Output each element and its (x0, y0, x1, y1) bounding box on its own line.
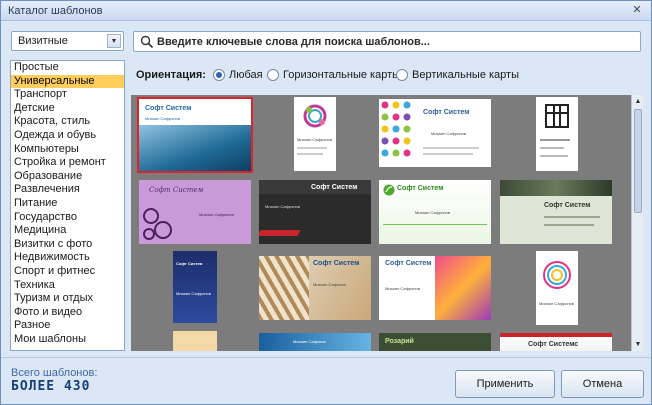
category-item[interactable]: Детские (11, 102, 124, 116)
category-item[interactable]: Красота, стиль (11, 115, 124, 129)
search-placeholder: Введите ключевые слова для поиска шаблон… (157, 36, 430, 48)
category-item[interactable]: Развлечения (11, 183, 124, 197)
category-item[interactable]: Визитки с фото (11, 238, 124, 252)
apply-button[interactable]: Применить (455, 370, 555, 398)
template-card[interactable]: Софт Систем Михаил Сафронов (379, 256, 491, 320)
template-gallery[interactable]: Софт Систем Михаил Сафронов Михаил Сафро… (131, 95, 643, 351)
abstract-pattern-icon (545, 104, 569, 128)
scroll-up-icon[interactable]: ▲ (633, 96, 643, 107)
template-card[interactable]: Софт Систем Михаил Сафронов (137, 97, 253, 173)
scroll-down-icon[interactable]: ▼ (633, 339, 643, 350)
category-item[interactable]: Простые (11, 61, 124, 75)
template-card[interactable]: Михаил Сафронов (294, 97, 336, 171)
radio-icon (267, 69, 279, 81)
colorful-circles-icon (543, 261, 571, 289)
category-item-selected[interactable]: Универсальные (11, 74, 124, 89)
leaf-logo-icon (383, 184, 395, 196)
orientation-label: Ориентация: (136, 69, 206, 81)
category-type-value: Визитные (18, 35, 68, 47)
template-card[interactable]: Софт Систем Михаил Сафронов (259, 180, 371, 244)
category-item[interactable]: Медицина (11, 224, 124, 238)
window-title: Каталог шаблонов (8, 5, 103, 17)
category-item[interactable]: Компьютеры (11, 143, 124, 157)
swirl-ornament-icon (143, 208, 172, 240)
template-card[interactable]: Михаил Сафронов (536, 251, 578, 325)
category-item[interactable]: Спорт и фитнес (11, 265, 124, 279)
category-item[interactable]: Техника (11, 279, 124, 293)
category-item[interactable]: Туризм и отдых (11, 292, 124, 306)
template-card[interactable]: Софт Систем (500, 180, 612, 244)
category-item[interactable]: Стройка и ремонт (11, 156, 124, 170)
gallery-scrollbar[interactable]: ▲ ▼ (631, 95, 643, 351)
search-icon (140, 35, 154, 49)
template-card[interactable]: Софт Систем Михаил Сафронов (139, 180, 251, 244)
template-card[interactable]: Михаил Сафонов (259, 333, 371, 351)
category-item[interactable]: Государство (11, 211, 124, 225)
template-card[interactable] (173, 331, 217, 351)
template-catalog-window: Каталог шаблонов ✕ Визитные ▼ Простые Ун… (0, 0, 652, 405)
scrollbar-thumb[interactable] (634, 109, 642, 213)
category-type-dropdown[interactable]: Визитные ▼ (11, 31, 124, 51)
search-input[interactable]: Введите ключевые слова для поиска шаблон… (133, 31, 641, 52)
template-card[interactable]: Софт Системс (500, 333, 612, 351)
radio-icon (396, 69, 408, 81)
template-card[interactable] (536, 97, 578, 171)
template-card[interactable]: Софт Систем Михаил Сафонов (259, 256, 371, 320)
total-templates-value: БОЛЕЕ 430 (11, 379, 91, 394)
category-item[interactable]: Разное (11, 319, 124, 333)
category-item[interactable]: Недвижимость (11, 251, 124, 265)
total-templates-label: Всего шаблонов: (11, 367, 98, 379)
title-bar: Каталог шаблонов ✕ (1, 1, 651, 21)
cancel-button[interactable]: Отмена (561, 370, 644, 398)
category-item[interactable]: Фото и видео (11, 306, 124, 320)
category-item[interactable]: Питание (11, 197, 124, 211)
footer: Всего шаблонов: БОЛЕЕ 430 Применить Отме… (1, 357, 651, 405)
category-item[interactable]: Транспорт (11, 88, 124, 102)
template-card[interactable]: Софт Систем Михаил Сафронов (173, 251, 217, 323)
category-item[interactable]: Мои шаблоны (11, 333, 124, 347)
template-card[interactable]: Софт Систем Михаил Сафронов (379, 99, 491, 167)
radio-checked-icon (213, 69, 225, 81)
chevron-down-icon[interactable]: ▼ (107, 34, 121, 48)
dots-pattern-icon (381, 101, 411, 157)
close-icon[interactable]: ✕ (629, 3, 645, 18)
template-card[interactable]: Софт Систем Михаил Сафронов (379, 180, 491, 244)
category-item[interactable]: Одежда и обувь (11, 129, 124, 143)
category-list[interactable]: Простые Универсальные Транспорт Детские … (10, 60, 125, 351)
template-card[interactable]: Розарий (379, 333, 491, 351)
category-item[interactable]: Образование (11, 170, 124, 184)
floral-ornament-icon (303, 104, 327, 128)
